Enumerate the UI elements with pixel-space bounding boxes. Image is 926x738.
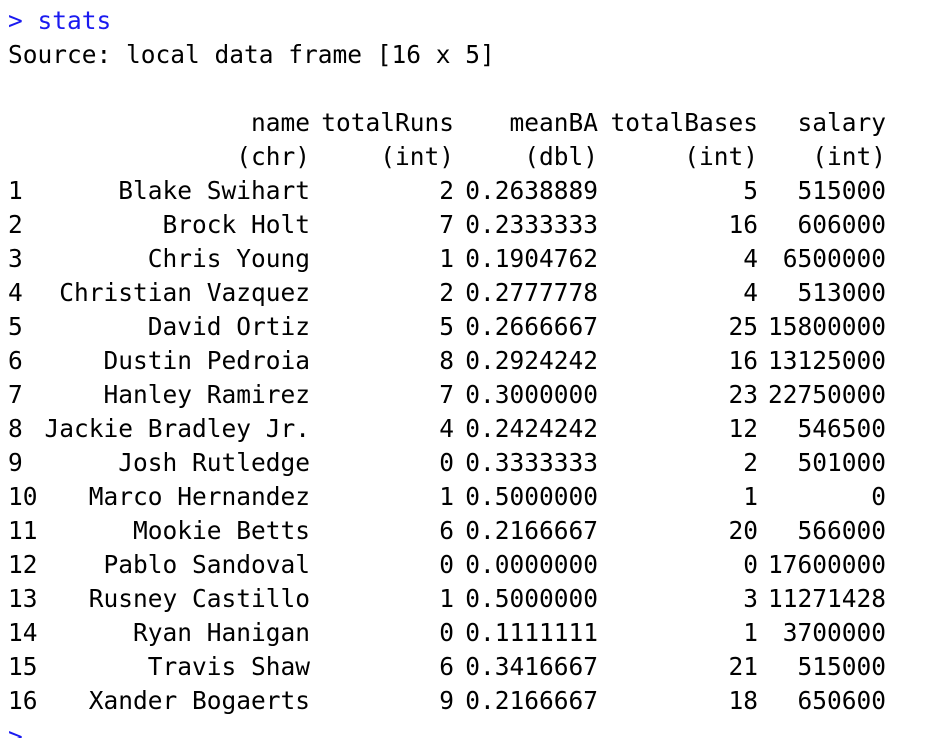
cell-name: Pablo Sandoval xyxy=(103,550,310,579)
cell-name: Travis Shaw xyxy=(147,652,310,681)
cell-salary: 650600 xyxy=(797,686,886,715)
cell-name: Hanley Ramirez xyxy=(103,380,310,409)
cell-meanBA: 0.1111111 xyxy=(465,618,598,647)
cell-totalBases: 12 xyxy=(728,414,758,443)
command-text: stats xyxy=(37,6,112,35)
cell-meanBA: 0.0000000 xyxy=(465,550,598,579)
cell-salary: 515000 xyxy=(797,176,886,205)
cell-totalRuns: 1 xyxy=(439,244,454,273)
cell-name: Jackie Bradley Jr. xyxy=(44,414,310,443)
column-type-name: (chr) xyxy=(236,142,310,171)
cell-totalRuns: 2 xyxy=(439,278,454,307)
cell-totalBases: 23 xyxy=(728,380,758,409)
column-header-name: name xyxy=(250,108,310,137)
cell-name: Chris Young xyxy=(147,244,310,273)
column-type-totalRuns: (int) xyxy=(380,142,454,171)
cell-salary: 515000 xyxy=(797,652,886,681)
cell-meanBA: 0.2666667 xyxy=(465,312,598,341)
cell-totalRuns: 2 xyxy=(439,176,454,205)
cell-name: Mookie Betts xyxy=(132,516,310,545)
r-console[interactable]: > stats Source: local data frame [16 x 5… xyxy=(0,0,926,738)
input-prompt[interactable]: > xyxy=(8,720,23,738)
cell-totalBases: 20 xyxy=(728,516,758,545)
cell-meanBA: 0.2777778 xyxy=(465,278,598,307)
cell-totalBases: 0 xyxy=(743,550,758,579)
column-type-meanBA: (dbl) xyxy=(524,142,598,171)
cell-name: Xander Bogaerts xyxy=(88,686,310,715)
cell-meanBA: 0.5000000 xyxy=(465,584,598,613)
cell-totalRuns: 6 xyxy=(439,652,454,681)
column-header-totalBases: totalBases xyxy=(610,108,758,137)
cell-name: Brock Holt xyxy=(162,210,310,239)
cell-meanBA: 0.5000000 xyxy=(465,482,598,511)
cell-name: Marco Hernandez xyxy=(88,482,310,511)
cell-totalRuns: 0 xyxy=(439,618,454,647)
column-header-salary: salary xyxy=(797,108,886,137)
cell-totalRuns: 8 xyxy=(439,346,454,375)
cell-name: Rusney Castillo xyxy=(88,584,310,613)
cell-salary: 15800000 xyxy=(767,312,886,341)
cell-meanBA: 0.2638889 xyxy=(465,176,598,205)
cell-totalBases: 3 xyxy=(743,584,758,613)
column-header-meanBA: meanBA xyxy=(509,108,598,137)
prompt-symbol: > xyxy=(8,6,23,35)
cell-meanBA: 0.2166667 xyxy=(465,686,598,715)
cell-meanBA: 0.3416667 xyxy=(465,652,598,681)
column-type-salary: (int) xyxy=(812,142,886,171)
cell-totalRuns: 7 xyxy=(439,210,454,239)
cell-totalBases: 1 xyxy=(743,618,758,647)
cell-salary: 22750000 xyxy=(767,380,886,409)
cell-totalBases: 2 xyxy=(743,448,758,477)
column-header-totalRuns: totalRuns xyxy=(321,108,454,137)
cell-meanBA: 0.3333333 xyxy=(465,448,598,477)
cell-totalRuns: 6 xyxy=(439,516,454,545)
cell-totalBases: 21 xyxy=(728,652,758,681)
cell-salary: 513000 xyxy=(797,278,886,307)
source-line: Source: local data frame [16 x 5] xyxy=(8,40,495,69)
cell-totalRuns: 5 xyxy=(439,312,454,341)
cell-totalRuns: 0 xyxy=(439,448,454,477)
cell-totalBases: 25 xyxy=(728,312,758,341)
cell-salary: 0 xyxy=(871,482,886,511)
cell-salary: 566000 xyxy=(797,516,886,545)
cell-totalBases: 4 xyxy=(743,244,758,273)
cell-name: Ryan Hanigan xyxy=(132,618,310,647)
cell-totalRuns: 1 xyxy=(439,482,454,511)
cell-name: Dustin Pedroia xyxy=(103,346,310,375)
cell-totalBases: 4 xyxy=(743,278,758,307)
cell-meanBA: 0.2924242 xyxy=(465,346,598,375)
cell-meanBA: 0.2424242 xyxy=(465,414,598,443)
cell-salary: 501000 xyxy=(797,448,886,477)
cell-name: Blake Swihart xyxy=(118,176,310,205)
cell-totalRuns: 1 xyxy=(439,584,454,613)
cell-salary: 546500 xyxy=(797,414,886,443)
cell-salary: 11271428 xyxy=(767,584,886,613)
cell-totalBases: 16 xyxy=(728,346,758,375)
cell-totalRuns: 0 xyxy=(439,550,454,579)
cell-meanBA: 0.1904762 xyxy=(465,244,598,273)
cell-salary: 606000 xyxy=(797,210,886,239)
cell-meanBA: 0.3000000 xyxy=(465,380,598,409)
command-line: > stats xyxy=(8,4,111,38)
cell-salary: 13125000 xyxy=(767,346,886,375)
cell-name: Christian Vazquez xyxy=(59,278,310,307)
cell-totalRuns: 4 xyxy=(439,414,454,443)
cell-salary: 6500000 xyxy=(782,244,886,273)
cell-totalBases: 16 xyxy=(728,210,758,239)
column-type-totalBases: (int) xyxy=(684,142,758,171)
cell-totalRuns: 9 xyxy=(439,686,454,715)
cell-totalBases: 1 xyxy=(743,482,758,511)
cell-totalBases: 18 xyxy=(728,686,758,715)
cell-totalRuns: 7 xyxy=(439,380,454,409)
cell-meanBA: 0.2166667 xyxy=(465,516,598,545)
cell-meanBA: 0.2333333 xyxy=(465,210,598,239)
cell-totalBases: 5 xyxy=(743,176,758,205)
cell-name: Josh Rutledge xyxy=(118,448,310,477)
cell-salary: 17600000 xyxy=(767,550,886,579)
cell-salary: 3700000 xyxy=(782,618,886,647)
cell-name: David Ortiz xyxy=(147,312,310,341)
